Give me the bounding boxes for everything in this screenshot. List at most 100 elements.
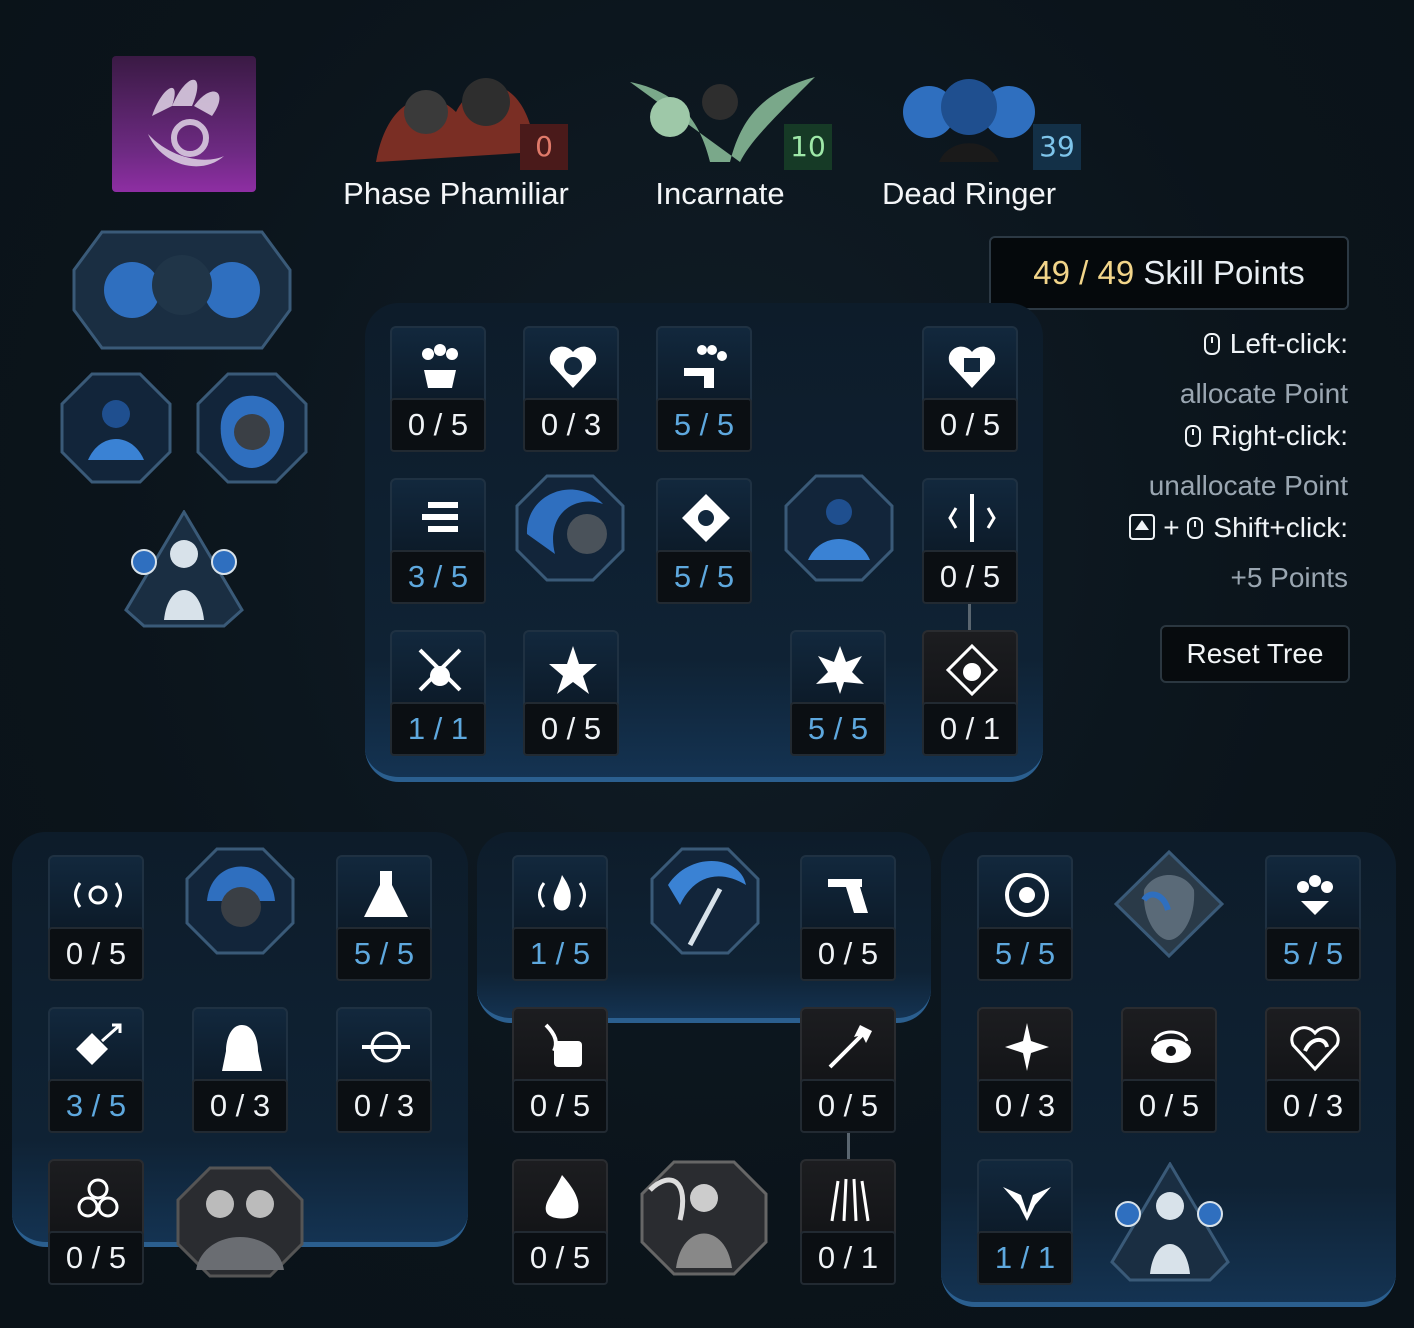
- skill-node[interactable]: 0 / 5: [800, 1007, 896, 1133]
- dead-ringer-capstone[interactable]: [72, 230, 292, 354]
- skill-points-label: Skill Points: [1143, 254, 1305, 291]
- reaper-figure-icon: [640, 1160, 768, 1276]
- skill-node[interactable]: 0 / 5: [48, 1159, 144, 1285]
- action-skill-node[interactable]: [515, 474, 625, 586]
- character-augment-icon: [124, 509, 244, 628]
- augment-slot[interactable]: [124, 509, 244, 632]
- skill-points-count: 5 / 5: [656, 398, 752, 452]
- paw-diamond-icon: [946, 644, 998, 696]
- skill-points-count: 0 / 5: [512, 1079, 608, 1133]
- tree-incarnate[interactable]: 10 Incarnate: [605, 62, 835, 212]
- skill-node[interactable]: 3 / 5: [48, 1007, 144, 1133]
- skill-points-count: 0 / 5: [1121, 1079, 1217, 1133]
- skill-points-count: 0 / 5: [48, 1231, 144, 1285]
- mouse-icon: [1203, 333, 1220, 355]
- skill-node[interactable]: 5 / 5: [336, 855, 432, 981]
- paw-burst-icon: [549, 646, 597, 694]
- dead-ringer-portrait: 39: [869, 62, 1081, 172]
- skill-points-count: 0 / 3: [192, 1079, 288, 1133]
- skill-node[interactable]: 0 / 5: [1121, 1007, 1217, 1133]
- meditating-figure-icon: [784, 474, 894, 582]
- twin-gunslingers-icon: [176, 1166, 304, 1278]
- skill-points-count: 3 / 5: [48, 1079, 144, 1133]
- skill-points-count: 1 / 1: [390, 702, 486, 756]
- target-sight-icon: [362, 1031, 410, 1063]
- skill-node[interactable]: 5 / 5: [977, 855, 1073, 981]
- skill-points-count: 0 / 5: [523, 702, 619, 756]
- skill-points-count: 5 / 5: [656, 550, 752, 604]
- skill-points-count: 0 / 5: [800, 927, 896, 981]
- tree-phase-phamiliar[interactable]: 0 Phase Phamiliar: [341, 62, 571, 212]
- action-skill-node[interactable]: [185, 845, 295, 961]
- skill-node[interactable]: 1 / 1: [390, 630, 486, 756]
- skill-node[interactable]: 0 / 5: [512, 1007, 608, 1133]
- augment-slot[interactable]: [1108, 1161, 1232, 1286]
- character-augment-icon: [1110, 1161, 1230, 1282]
- skill-points-total: 49: [1097, 254, 1135, 291]
- capstone-node[interactable]: [640, 1160, 768, 1280]
- capstone-node[interactable]: [176, 1166, 304, 1282]
- heart-shield-icon: [549, 346, 597, 388]
- skill-node[interactable]: 0 / 5: [922, 478, 1018, 604]
- skill-points-count: 0 / 5: [390, 398, 486, 452]
- blue-skull-swirl-icon: [515, 474, 625, 582]
- heart-scythe-icon: [1290, 1026, 1340, 1072]
- plus-sign: +: [1163, 512, 1180, 543]
- skill-node[interactable]: 0 / 3: [523, 326, 619, 452]
- skill-node[interactable]: 0 / 3: [192, 1007, 288, 1133]
- skill-node[interactable]: 5 / 5: [656, 478, 752, 604]
- phase-phamiliar-points: 0: [520, 124, 568, 170]
- skill-points-count: 0 / 3: [1265, 1079, 1361, 1133]
- action-skill-node[interactable]: [1113, 849, 1225, 962]
- skill-points-count: 0 / 5: [48, 927, 144, 981]
- action-skill-2[interactable]: [196, 372, 308, 488]
- skill-node[interactable]: 5 / 5: [790, 630, 886, 756]
- skill-points-count: 0 / 1: [922, 702, 1018, 756]
- explosion-figure-icon: [816, 646, 864, 694]
- eye-tentacles-icon: [1151, 1030, 1191, 1063]
- skill-points-count: 0 / 1: [800, 1231, 896, 1285]
- starburst-seven-icon: [1005, 1023, 1049, 1071]
- skill-node[interactable]: 0 / 5: [48, 855, 144, 981]
- skill-node[interactable]: 0 / 5: [523, 630, 619, 756]
- skill-node[interactable]: 0 / 3: [977, 1007, 1073, 1133]
- skill-node[interactable]: 1 / 5: [512, 855, 608, 981]
- skill-points-count: 5 / 5: [336, 927, 432, 981]
- reset-tree-button[interactable]: Reset Tree: [1160, 625, 1350, 683]
- action-skill-1[interactable]: [60, 372, 172, 488]
- skill-points-count: 0 / 3: [523, 398, 619, 452]
- winged-heart-icon: [1003, 1187, 1051, 1221]
- skill-node[interactable]: 0 / 3: [336, 1007, 432, 1133]
- skill-points-sep: /: [1079, 254, 1089, 291]
- skill-points-box: 49 / 49 Skill Points: [989, 236, 1349, 310]
- skill-node[interactable]: 5 / 5: [656, 326, 752, 452]
- flaming-fist-icon: [544, 1023, 582, 1067]
- skill-node[interactable]: 0 / 5: [800, 855, 896, 981]
- bullets-icon: [422, 502, 458, 532]
- skill-node[interactable]: 0 / 1: [922, 630, 1018, 756]
- skill-node[interactable]: 0 / 3: [1265, 1007, 1361, 1133]
- skill-points-current: 49: [1033, 254, 1070, 291]
- biohazard-icon: [77, 1178, 119, 1218]
- tree-dead-ringer[interactable]: 39 Dead Ringer: [854, 62, 1084, 212]
- skill-node[interactable]: 0 / 5: [922, 326, 1018, 452]
- paw-gun-icon: [684, 345, 727, 388]
- skill-node[interactable]: 3 / 5: [390, 478, 486, 604]
- skill-connector: [968, 604, 971, 630]
- skill-points-count: 0 / 5: [922, 398, 1018, 452]
- action-skill-node[interactable]: [650, 845, 760, 961]
- skill-node[interactable]: 0 / 5: [390, 326, 486, 452]
- shift-key-icon: [1129, 514, 1156, 540]
- help-left-click: Left-click:: [1203, 328, 1348, 360]
- fire-aura-icon: [538, 875, 586, 911]
- skill-node[interactable]: 5 / 5: [1265, 855, 1361, 981]
- skill-node[interactable]: 0 / 5: [512, 1159, 608, 1285]
- paw-claws-icon: [1297, 875, 1333, 915]
- action-skill-node[interactable]: [784, 474, 894, 586]
- skill-node[interactable]: 1 / 1: [977, 1159, 1073, 1285]
- skill-points-count: 5 / 5: [790, 702, 886, 756]
- incarnate-portrait: 10: [620, 62, 832, 172]
- skill-node[interactable]: 0 / 1: [800, 1159, 896, 1285]
- paw-shield-icon: [422, 344, 458, 388]
- cycle-reticle-icon: [1005, 873, 1049, 917]
